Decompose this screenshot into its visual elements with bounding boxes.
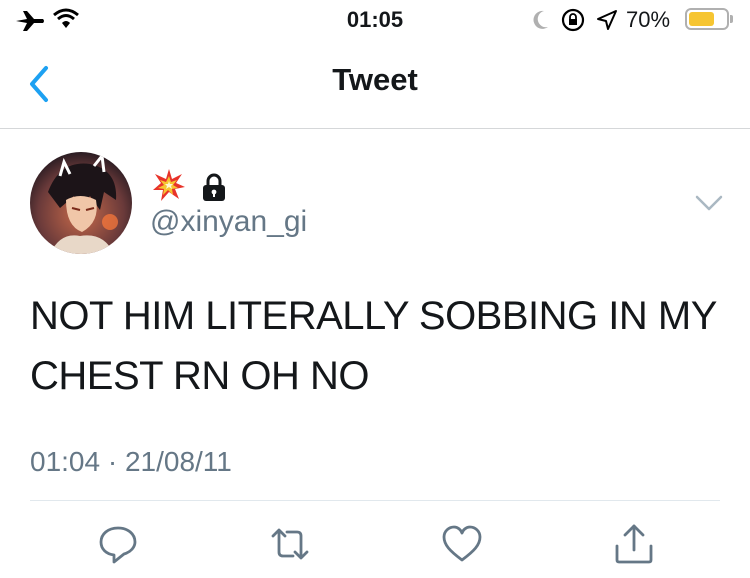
battery-percent: 70% <box>626 7 671 32</box>
user-handle[interactable]: @xinyan_gi <box>150 205 307 239</box>
collision-emoji-icon <box>153 169 185 201</box>
nav-divider <box>0 128 750 129</box>
battery-level <box>689 12 714 26</box>
tweet-text-line-2: CHEST RN OH NO <box>30 354 369 398</box>
avatar[interactable] <box>30 152 132 254</box>
lock-icon <box>203 173 226 201</box>
moon-icon <box>533 10 548 29</box>
rotation-lock-icon <box>561 8 585 32</box>
tweet-timestamp: 01:04 · 21/08/11 <box>30 446 232 477</box>
chevron-down-icon[interactable] <box>694 192 724 214</box>
tweet-text-line-1: NOT HIM LITERALLY SOBBING IN MY <box>30 294 717 338</box>
battery-icon <box>685 8 729 30</box>
like-icon[interactable] <box>440 522 484 566</box>
share-icon[interactable] <box>612 522 656 566</box>
meta-divider <box>30 500 720 501</box>
retweet-icon[interactable] <box>268 522 312 566</box>
location-icon <box>597 10 617 30</box>
reply-icon[interactable] <box>96 522 140 566</box>
battery-nub <box>730 15 733 23</box>
tweet-text: NOT HIM LITERALLY SOBBING IN MY CHEST RN… <box>30 286 730 406</box>
badges <box>152 168 228 202</box>
status-bar: 01:05 70% <box>0 0 750 40</box>
page-title: Tweet <box>332 62 418 97</box>
